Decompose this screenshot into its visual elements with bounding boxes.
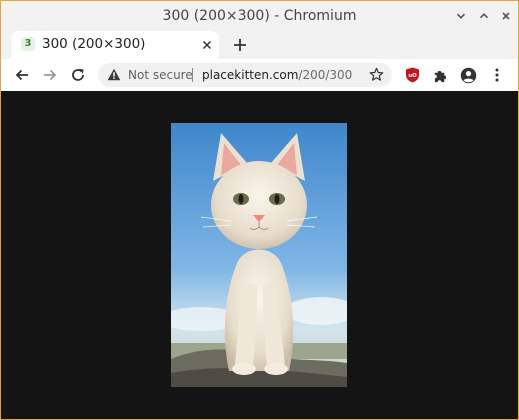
minimize-button[interactable] (452, 7, 470, 25)
ublock-icon: uO (405, 67, 419, 83)
title-bar: 300 (200×300) - Chromium (1, 1, 518, 31)
url-text[interactable]: placekitten.com/200/300 (202, 68, 352, 82)
extensions-button[interactable] (429, 64, 451, 86)
close-icon (202, 40, 212, 50)
ublock-extension-button[interactable]: uO (401, 64, 423, 86)
tab-active[interactable]: 3 300 (200×300) (11, 31, 219, 59)
warning-icon (107, 68, 121, 81)
star-icon[interactable] (369, 67, 384, 82)
menu-button[interactable] (486, 64, 508, 86)
close-window-button[interactable] (497, 7, 515, 25)
tab-favicon: 3 (21, 37, 35, 51)
url-domain: placekitten.com (202, 68, 299, 82)
browser-window: 300 (200×300) - Chromium 3 300 (200×300) (0, 0, 519, 420)
tab-strip: 3 300 (200×300) (1, 31, 518, 59)
forward-button[interactable] (39, 64, 61, 86)
tab-close-button[interactable] (199, 37, 215, 53)
puzzle-icon (434, 70, 446, 82)
kebab-menu-icon (495, 68, 499, 82)
forward-arrow-icon (44, 69, 57, 81)
maximize-button[interactable] (475, 7, 493, 25)
back-arrow-icon (15, 69, 28, 81)
window-title: 300 (200×300) - Chromium (162, 8, 357, 24)
security-label: Not secure (128, 68, 193, 82)
close-icon (502, 12, 510, 20)
new-tab-button[interactable] (230, 35, 250, 55)
tab-title: 300 (200×300) (42, 36, 146, 52)
reload-icon (72, 68, 84, 81)
address-bar[interactable]: Not secure placekitten.com/200/300 (98, 63, 392, 87)
svg-text:uO: uO (408, 73, 417, 79)
page-content (1, 91, 518, 419)
kitten-image (171, 123, 347, 387)
toolbar: Not secure placekitten.com/200/300 uO (1, 59, 518, 91)
reload-button[interactable] (67, 64, 89, 86)
back-button[interactable] (11, 64, 33, 86)
profile-button[interactable] (457, 64, 479, 86)
profile-icon (460, 67, 476, 83)
plus-icon (234, 39, 246, 51)
chevron-up-icon (479, 13, 489, 19)
address-separator (192, 68, 193, 82)
chevron-down-icon (456, 13, 466, 19)
url-path: /200/300 (298, 68, 353, 82)
